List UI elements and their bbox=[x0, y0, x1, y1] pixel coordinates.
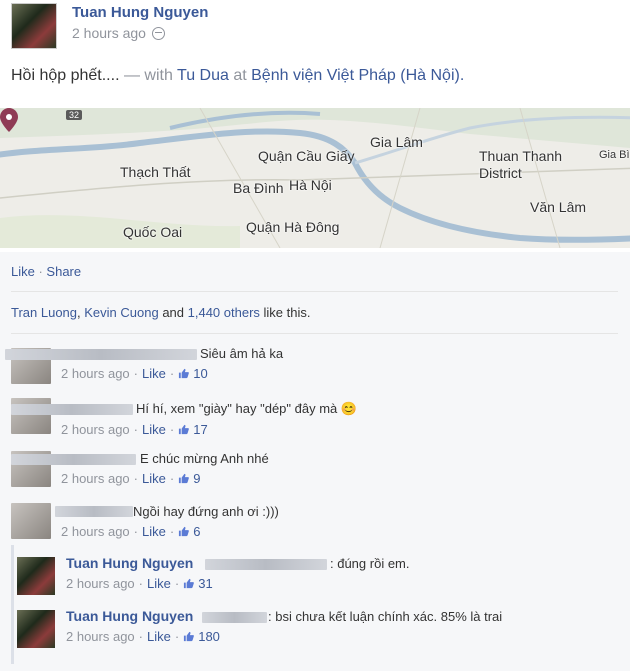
action-separator: · bbox=[34, 264, 47, 279]
post-meta: 2 hours ago bbox=[72, 25, 208, 41]
map-label-ba-dinh: Ba Đình bbox=[233, 180, 284, 196]
map-label-van-lam: Văn Lâm bbox=[530, 199, 587, 215]
comment-like-count[interactable]: 10 bbox=[193, 366, 207, 381]
comment-text: E chúc mừng Anh nhé bbox=[140, 451, 269, 466]
liker-link-1[interactable]: Tran Luong bbox=[11, 305, 77, 320]
comment-like-button[interactable]: Like bbox=[142, 422, 166, 437]
author-avatar[interactable] bbox=[11, 3, 57, 49]
post-actions: Like · Share bbox=[11, 264, 81, 279]
thumbs-up-icon bbox=[184, 631, 195, 642]
comment-like-button[interactable]: Like bbox=[142, 471, 166, 486]
globe-icon[interactable] bbox=[151, 26, 165, 40]
likes-summary: Tran Luong, Kevin Cuong and 1,440 others… bbox=[11, 305, 310, 320]
mentioned-name-redacted bbox=[205, 559, 327, 570]
reply-time[interactable]: 2 hours ago bbox=[66, 576, 135, 591]
thumbs-up-icon bbox=[179, 368, 190, 379]
comment-like-count[interactable]: 17 bbox=[193, 422, 207, 437]
status-text: Hồi hộp phết.... — with Tu Dua at Bệnh v… bbox=[11, 67, 464, 85]
comment-meta: 2 hours ago · Like · 9 bbox=[61, 471, 201, 486]
at-word: at bbox=[228, 67, 252, 84]
author-name[interactable]: Tuan Hung Nguyen bbox=[72, 4, 208, 21]
like-button[interactable]: Like bbox=[11, 264, 35, 279]
divider bbox=[11, 333, 618, 334]
location-map[interactable]: 32 Quận Cầu Giấy Gia Lâm Thuan Thanh Dis… bbox=[0, 108, 630, 248]
comment-meta: 2 hours ago · Like · 17 bbox=[61, 422, 208, 437]
divider bbox=[11, 291, 618, 292]
location-pin-icon[interactable] bbox=[0, 108, 18, 132]
likes-and: and bbox=[158, 305, 188, 320]
reply-time[interactable]: 2 hours ago bbox=[66, 629, 135, 644]
thumbs-up-icon bbox=[184, 578, 195, 589]
reply-like-button[interactable]: Like bbox=[147, 629, 171, 644]
map-label-district: District bbox=[479, 165, 522, 181]
reply-text: : bsi chưa kết luận chính xác. 85% là tr… bbox=[268, 609, 503, 624]
commenter-name-redacted bbox=[11, 404, 133, 415]
comment-text: Siêu âm hả ka bbox=[200, 346, 284, 361]
thumbs-up-icon bbox=[179, 473, 190, 484]
comment-time[interactable]: 2 hours ago bbox=[61, 471, 130, 486]
reply-like-button[interactable]: Like bbox=[147, 576, 171, 591]
route-shield: 32 bbox=[66, 110, 83, 120]
map-label-thach-that: Thạch Thất bbox=[120, 164, 191, 180]
status-message: Hồi hộp phết.... bbox=[11, 67, 120, 84]
comment-text: Hí hí, xem "giày" hay "dép" đây mà 😊 bbox=[136, 401, 358, 416]
comment-like-count[interactable]: 6 bbox=[193, 524, 200, 539]
post-time[interactable]: 2 hours ago bbox=[72, 25, 146, 41]
likes-others-link[interactable]: 1,440 others bbox=[188, 305, 260, 320]
post-header: Tuan Hung Nguyen 2 hours ago bbox=[11, 3, 208, 49]
map-label-gia-bi: Gia Bì bbox=[599, 149, 630, 161]
reply-like-count[interactable]: 180 bbox=[198, 629, 220, 644]
reply-author-avatar[interactable] bbox=[17, 610, 55, 648]
place-link[interactable]: Bệnh viện Việt Pháp (Hà Nội). bbox=[251, 67, 464, 84]
map-label-thuan-thanh: Thuan Thanh bbox=[479, 148, 563, 164]
with-prefix: — with bbox=[119, 67, 178, 84]
reply-author-avatar[interactable] bbox=[17, 557, 55, 595]
reply-like-count[interactable]: 31 bbox=[198, 576, 212, 591]
comment-text: Ngồi hay đứng anh ơi :))) bbox=[133, 504, 279, 519]
author-block: Tuan Hung Nguyen 2 hours ago bbox=[72, 3, 208, 49]
tagged-person-link[interactable]: Tu Dua bbox=[177, 67, 229, 84]
mentioned-name-redacted bbox=[202, 612, 267, 623]
map-label-quoc-oai: Quốc Oai bbox=[123, 224, 183, 240]
feedback-section: Like · Share Tran Luong, Kevin Cuong and… bbox=[0, 252, 630, 671]
comment-time[interactable]: 2 hours ago bbox=[61, 524, 130, 539]
commenter-name-redacted bbox=[5, 349, 197, 360]
comment-meta: 2 hours ago · Like · 6 bbox=[61, 524, 201, 539]
comment-like-button[interactable]: Like bbox=[142, 524, 166, 539]
reply-author-name[interactable]: Tuan Hung Nguyen bbox=[66, 555, 193, 571]
liker-link-2[interactable]: Kevin Cuong bbox=[84, 305, 158, 320]
likes-suffix: like this. bbox=[259, 305, 311, 320]
commenter-avatar[interactable] bbox=[11, 503, 51, 539]
reply-thread-bar bbox=[11, 545, 14, 664]
thumbs-up-icon bbox=[179, 526, 190, 537]
comment-like-button[interactable]: Like bbox=[142, 366, 166, 381]
reply-meta: 2 hours ago · Like · 31 bbox=[66, 576, 213, 591]
map-label-gia-lam: Gia Lâm bbox=[370, 134, 423, 150]
share-button[interactable]: Share bbox=[46, 264, 81, 279]
commenter-name-redacted bbox=[55, 506, 133, 517]
comment-like-count[interactable]: 9 bbox=[193, 471, 200, 486]
reply-text: : đúng rồi em. bbox=[330, 556, 410, 571]
map-label-ha-noi: Hà Nội bbox=[289, 177, 332, 193]
comment-time[interactable]: 2 hours ago bbox=[61, 366, 130, 381]
comment-time[interactable]: 2 hours ago bbox=[61, 422, 130, 437]
comment-meta: 2 hours ago · Like · 10 bbox=[61, 366, 208, 381]
reply-author-name[interactable]: Tuan Hung Nguyen bbox=[66, 608, 193, 624]
thumbs-up-icon bbox=[179, 424, 190, 435]
map-label-cau-giay: Quận Cầu Giấy bbox=[258, 148, 355, 164]
reply-meta: 2 hours ago · Like · 180 bbox=[66, 629, 220, 644]
commenter-name-redacted bbox=[11, 454, 136, 465]
map-label-ha-dong: Quận Hà Đông bbox=[246, 219, 340, 235]
